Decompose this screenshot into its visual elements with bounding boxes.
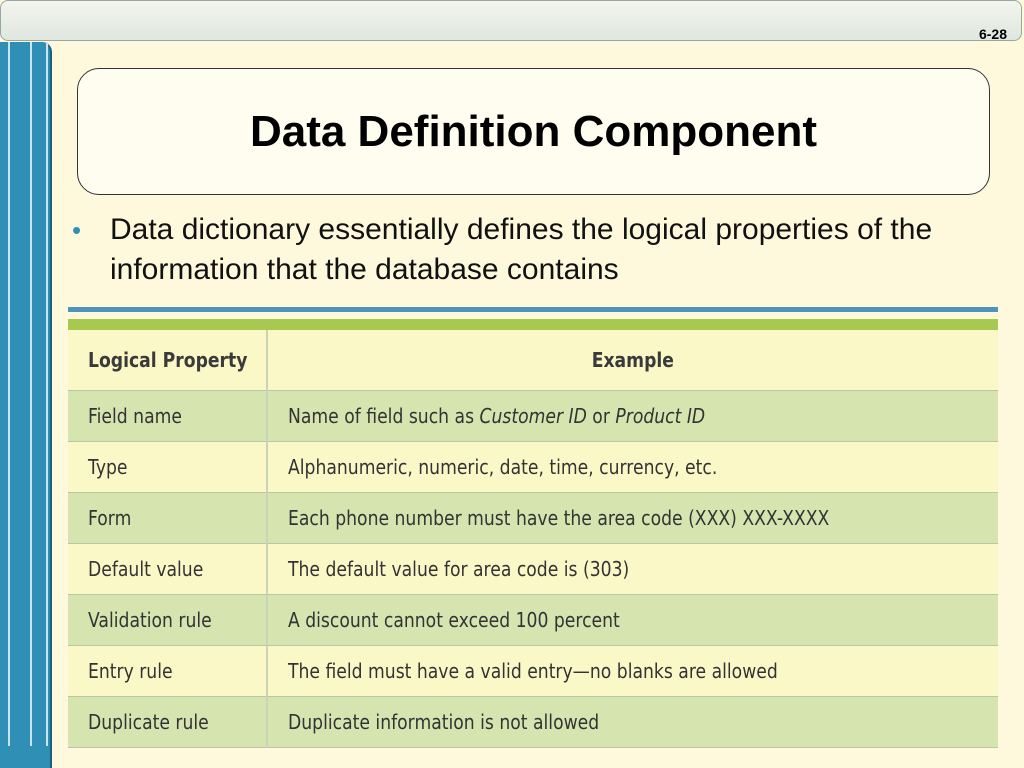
property-cell: Default value <box>68 543 268 595</box>
table-row: Field name Name of field such as Custome… <box>68 390 998 442</box>
table-row: Entry rule The field must have a valid e… <box>68 645 998 697</box>
example-cell: Name of field such as Customer ID or Pro… <box>267 390 998 442</box>
slide-title: Data Definition Component <box>249 106 818 156</box>
property-cell: Type <box>68 441 268 493</box>
table-row: Duplicate rule Duplicate information is … <box>68 696 998 748</box>
property-cell: Field name <box>68 390 268 442</box>
bullet-dot-icon: • <box>72 215 82 245</box>
table-row: Default value The default value for area… <box>68 543 998 595</box>
table-top-rule-blue <box>68 307 998 312</box>
top-bar: 6-28 <box>0 0 1022 42</box>
property-cell: Entry rule <box>68 645 268 697</box>
example-cell: A discount cannot exceed 100 percent <box>267 594 998 646</box>
table-header-row: Logical Property Example <box>68 330 998 391</box>
property-cell: Duplicate rule <box>68 696 268 748</box>
slide-number: 6-28 <box>978 26 1007 42</box>
header-logical-property: Logical Property <box>68 330 268 391</box>
table-top-rule-green <box>68 319 998 330</box>
left-decorative-bar <box>0 42 52 768</box>
property-cell: Validation rule <box>68 594 268 646</box>
example-cell: Alphanumeric, numeric, date, time, curre… <box>267 441 998 493</box>
left-bar-stripe <box>46 42 48 746</box>
bullet-item: • Data dictionary essentially defines th… <box>72 210 1002 290</box>
example-cell: Each phone number must have the area cod… <box>267 492 998 544</box>
example-cell: Duplicate information is not allowed <box>267 696 998 748</box>
left-bar-stripe <box>8 42 10 746</box>
logical-properties-table: Logical Property Example Field name Name… <box>68 330 998 748</box>
bullet-text: Data dictionary essentially defines the … <box>110 213 933 286</box>
property-cell: Form <box>68 492 268 544</box>
example-cell: The field must have a valid entry—no bla… <box>267 645 998 697</box>
table-row: Form Each phone number must have the are… <box>68 492 998 544</box>
title-box: Data Definition Component <box>77 68 990 195</box>
table-row: Validation rule A discount cannot exceed… <box>68 594 998 646</box>
table-row: Type Alphanumeric, numeric, date, time, … <box>68 441 998 493</box>
example-cell: The default value for area code is (303) <box>267 543 998 595</box>
left-bar-stripe <box>30 42 32 746</box>
header-example: Example <box>267 330 998 391</box>
